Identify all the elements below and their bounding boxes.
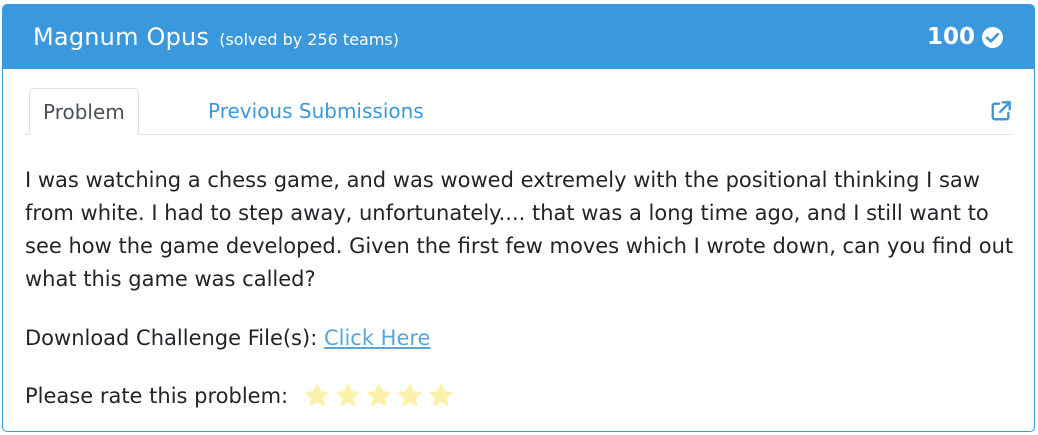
challenge-points: 100	[926, 24, 975, 50]
challenge-tabs: Problem Previous Submissions	[25, 88, 1012, 135]
challenge-title-group: Magnum Opus (solved by 256 teams)	[33, 23, 399, 51]
star-icon[interactable]	[428, 383, 454, 409]
points-group: 100	[927, 24, 1004, 50]
download-link[interactable]: Click Here	[324, 326, 431, 350]
rating-row: Please rate this problem:	[25, 380, 454, 412]
challenge-header[interactable]: Magnum Opus (solved by 256 teams) 100	[3, 5, 1034, 69]
rating-stars	[304, 383, 454, 409]
star-icon[interactable]	[397, 383, 423, 409]
check-circle-icon	[981, 26, 1004, 49]
star-icon[interactable]	[366, 383, 392, 409]
tab-problem[interactable]: Problem	[29, 88, 139, 135]
star-icon[interactable]	[304, 383, 330, 409]
problem-description: I was watching a chess game, and was wow…	[25, 168, 1014, 291]
download-row: Download Challenge File(s): Click Here	[25, 322, 430, 354]
rating-label: Please rate this problem:	[25, 384, 289, 408]
download-label: Download Challenge File(s):	[25, 326, 324, 350]
external-link-icon[interactable]	[990, 100, 1012, 122]
tab-previous-submissions[interactable]: Previous Submissions	[195, 88, 437, 134]
challenge-title: Magnum Opus	[33, 23, 210, 51]
star-icon[interactable]	[335, 383, 361, 409]
solved-count: (solved by 256 teams)	[219, 30, 400, 49]
